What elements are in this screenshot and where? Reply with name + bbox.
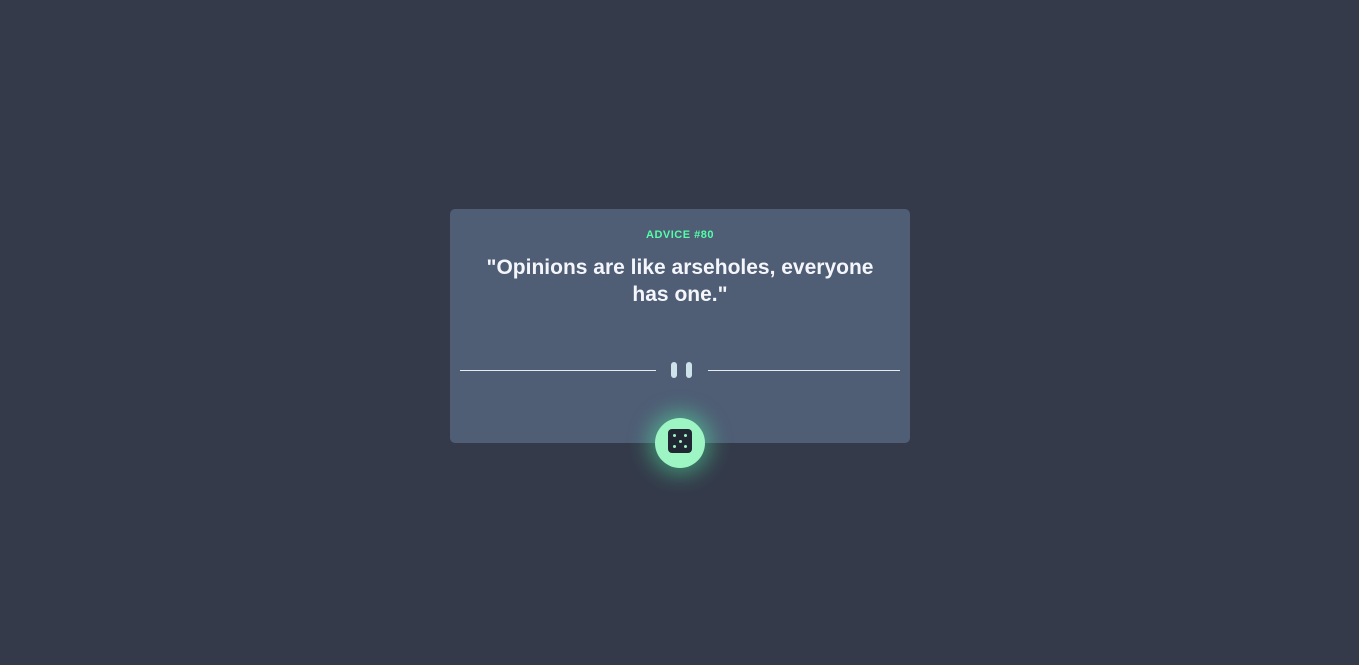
new-advice-button[interactable] [655,418,705,468]
dice-dot [684,445,687,448]
advice-id: ADVICE #80 [646,229,714,241]
divider-line-left [460,370,656,371]
page: ADVICE #80 "Opinions are like arseholes,… [0,0,1359,665]
advice-card: ADVICE #80 "Opinions are like arseholes,… [450,209,910,443]
divider [460,360,900,380]
advice-quote: "Opinions are like arseholes, everyone h… [486,256,874,306]
dice-dot [678,439,682,443]
pause-bar-left [671,362,677,378]
dice-dot [684,434,687,437]
pause-icon [671,362,693,378]
dice-dot [673,445,676,448]
divider-line-right [708,370,900,371]
pause-bar-right [686,362,692,378]
dice-icon [668,429,692,453]
dice-dot [673,434,676,437]
